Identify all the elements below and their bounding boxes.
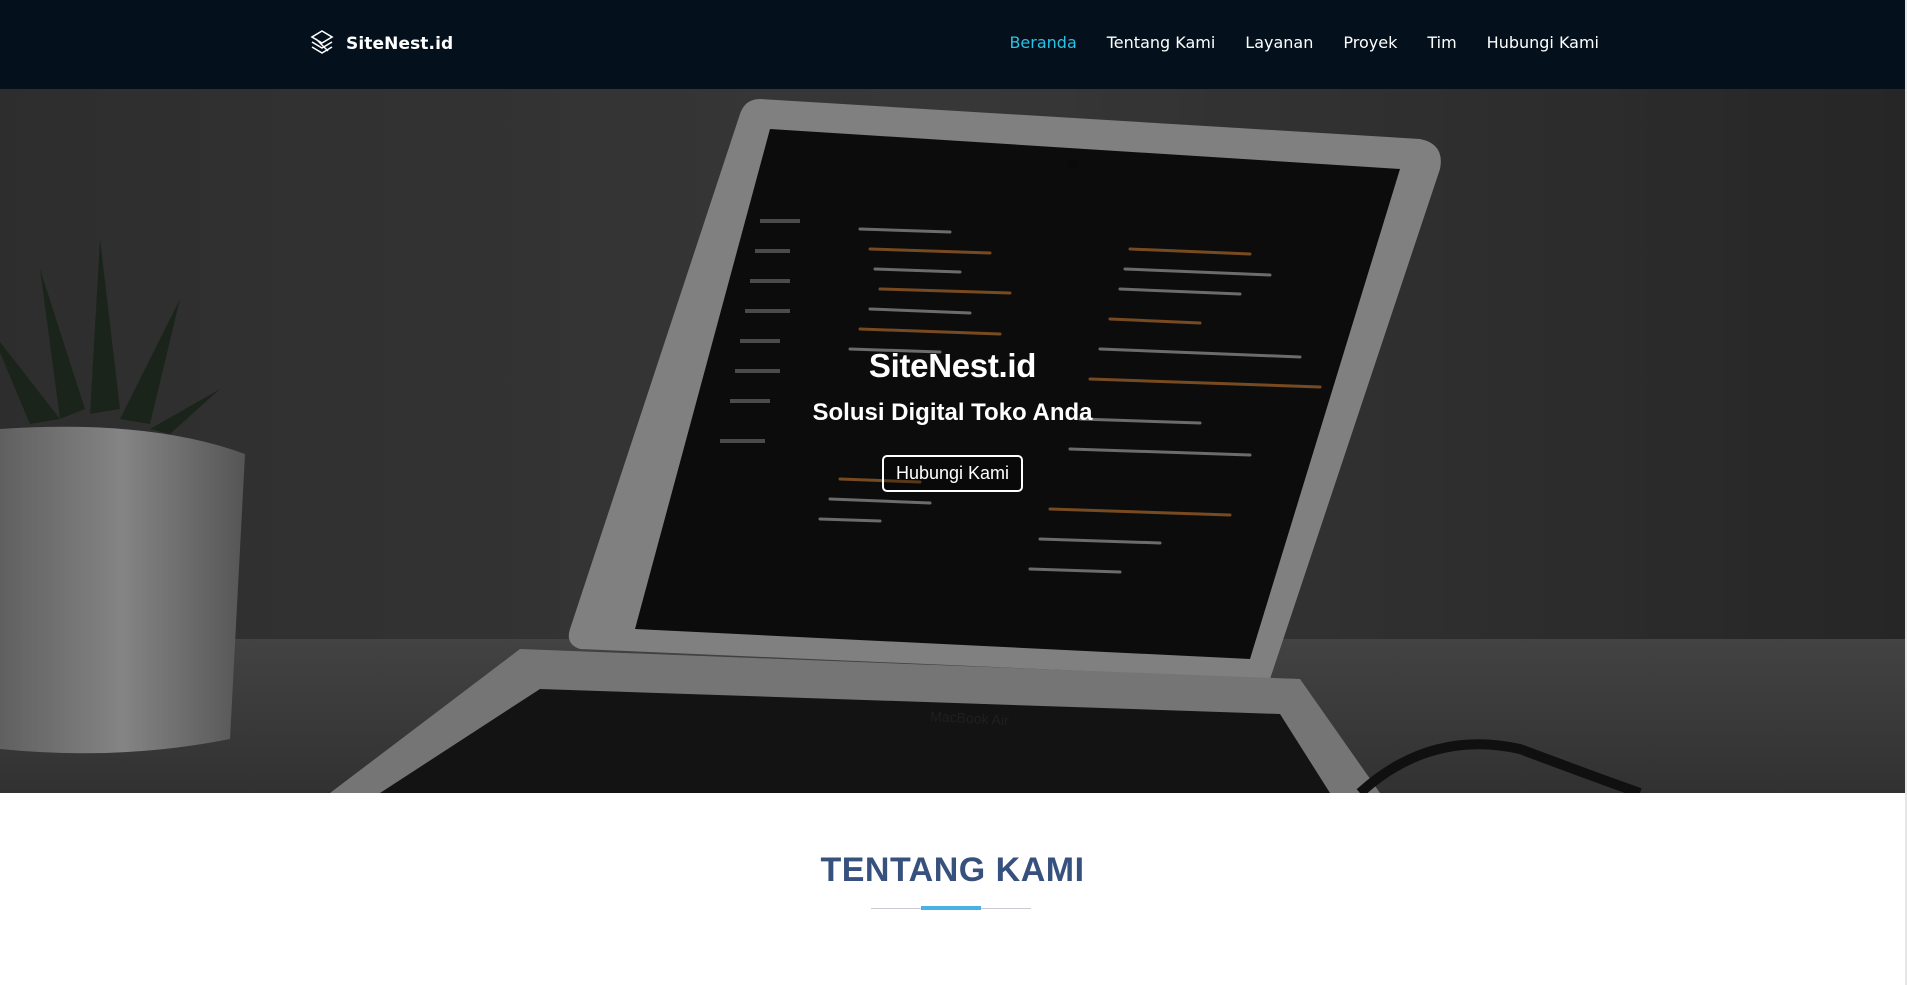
brand-name: SiteNest.id	[346, 34, 454, 54]
nav-link-beranda[interactable]: Beranda	[1009, 33, 1076, 52]
nav-link-proyek[interactable]: Proyek	[1343, 33, 1397, 52]
hero-title: SiteNest.id	[868, 347, 1037, 384]
nav-item-beranda: Beranda	[1009, 33, 1076, 52]
nav-link-hubungi-kami[interactable]: Hubungi Kami	[1487, 33, 1599, 52]
nav-item-proyek: Proyek	[1343, 33, 1397, 52]
nav-item-tentang-kami: Tentang Kami	[1107, 33, 1216, 52]
brand-logo-link[interactable]: SiteNest.id	[310, 30, 453, 58]
nav-item-tim: Tim	[1427, 33, 1456, 52]
contact-us-button[interactable]: Hubungi Kami	[881, 455, 1024, 492]
stacked-layers-logo-icon	[310, 30, 334, 54]
navbar: SiteNest.id Beranda Tentang Kami Layanan…	[0, 0, 1905, 89]
nav-link-layanan[interactable]: Layanan	[1245, 33, 1313, 52]
nav-menu: Beranda Tentang Kami Layanan Proyek Tim …	[1009, 33, 1599, 52]
hero-subtitle: Solusi Digital Toko Anda	[812, 399, 1093, 426]
nav-item-layanan: Layanan	[1245, 33, 1313, 52]
nav-item-hubungi-kami: Hubungi Kami	[1487, 33, 1599, 52]
about-section: TENTANG KAMI	[0, 793, 1905, 985]
section-title: TENTANG KAMI	[820, 851, 1085, 889]
section-divider-accent	[921, 906, 981, 910]
hero-section: MacBook Air SiteNest.id Solusi Digital T…	[0, 89, 1905, 793]
nav-link-tim[interactable]: Tim	[1427, 33, 1456, 52]
hero-content: SiteNest.id Solusi Digital Toko Anda Hub…	[0, 347, 1905, 492]
nav-link-tentang-kami[interactable]: Tentang Kami	[1107, 33, 1216, 52]
